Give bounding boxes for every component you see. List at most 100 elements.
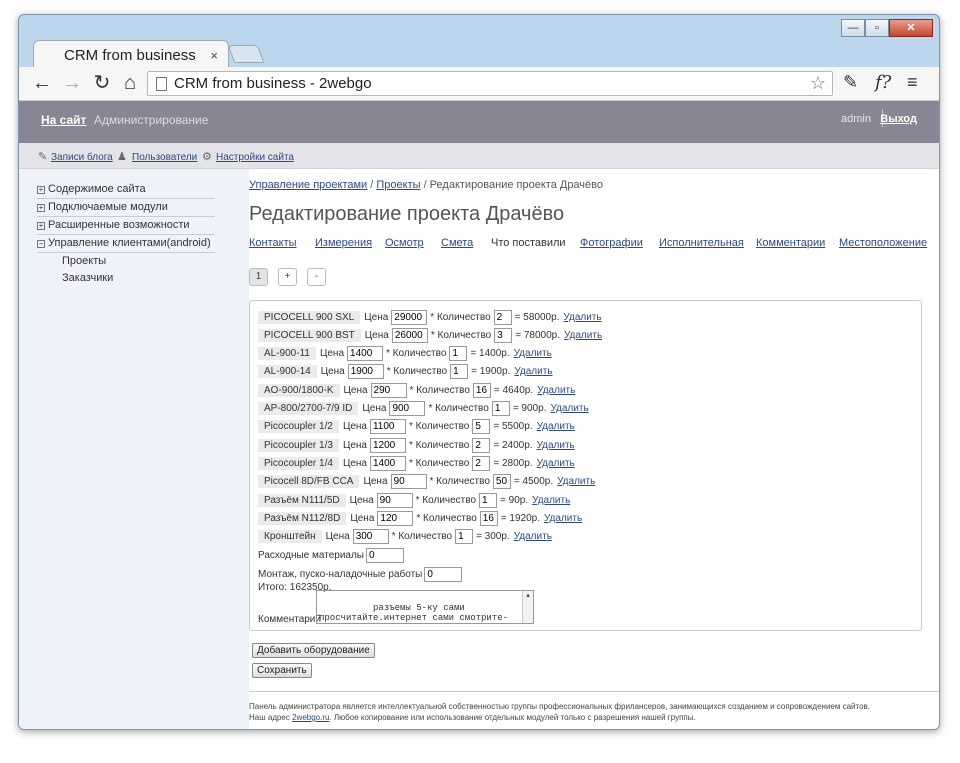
quantity-input[interactable] — [472, 382, 491, 398]
price-input[interactable] — [389, 401, 426, 416]
sidebar-item-clients[interactable]: − Управление клиентами(android) — [37, 235, 215, 253]
menu-icon[interactable]: ≡ — [907, 72, 918, 93]
quantity-input[interactable] — [479, 510, 498, 526]
delete-link[interactable]: Удалить — [537, 458, 575, 469]
quantity-input[interactable] — [494, 327, 513, 343]
sidebar-item-projects[interactable]: Проекты — [37, 253, 215, 270]
quantity-input[interactable] — [491, 401, 510, 416]
browser-tab[interactable]: CRM from business × — [33, 40, 229, 68]
tab-contacts[interactable]: Контакты — [249, 237, 297, 249]
remove-page-button[interactable]: - — [307, 268, 326, 286]
quantity-input[interactable] — [472, 419, 491, 435]
home-icon[interactable]: ⌂ — [119, 72, 141, 94]
page-1-button[interactable]: 1 — [249, 268, 268, 286]
equipment-row: Разъём N111/5DЦена * Количество = 90р.Удал… — [258, 492, 570, 508]
delete-link[interactable]: Удалить — [557, 476, 595, 487]
administration-link[interactable]: Администрирование — [94, 113, 208, 127]
equipment-row: Picocoupler 1/4Цена * Количество = 2800р. У… — [258, 455, 575, 471]
quantity-input[interactable] — [472, 437, 491, 453]
sidebar-item-advanced[interactable]: + Расширенные возможности — [37, 217, 215, 235]
sidebar-item-modules[interactable]: + Подключаемые модули — [37, 199, 215, 217]
delete-link[interactable]: Удалить — [537, 421, 575, 432]
footer-site-link[interactable]: 2webgo.ru — [292, 713, 329, 722]
delete-link[interactable]: Удалить — [550, 403, 588, 414]
tab-estimate[interactable]: Смета — [441, 237, 473, 249]
add-page-button[interactable]: + — [278, 268, 297, 286]
quantity-input[interactable] — [449, 346, 468, 362]
price-input[interactable] — [347, 364, 384, 380]
tab-close-icon[interactable]: × — [210, 48, 218, 63]
quantity-input[interactable] — [472, 455, 491, 471]
install-input[interactable] — [424, 567, 463, 582]
breadcrumb-projects[interactable]: Проекты — [376, 179, 420, 191]
logout-link[interactable]: Выход — [880, 113, 917, 125]
expand-icon[interactable]: + — [37, 186, 45, 194]
quantity-input[interactable] — [455, 529, 474, 545]
quantity-input[interactable] — [450, 364, 469, 380]
quantity-input[interactable] — [492, 474, 511, 490]
comment-textarea[interactable]: разъемы 5-ку сами просчитайте.интернет с… — [316, 590, 534, 624]
tab-measurements[interactable]: Измерения — [315, 237, 372, 249]
quantity-input[interactable] — [479, 492, 498, 508]
blog-posts-link[interactable]: Записи блога — [51, 152, 113, 163]
breadcrumb: Управление проектами / Проекты / Редакти… — [249, 179, 603, 191]
price-input[interactable] — [390, 474, 427, 490]
reload-icon[interactable]: ↻ — [91, 72, 113, 94]
price-input[interactable] — [391, 309, 428, 325]
breadcrumb-project-management[interactable]: Управление проектами — [249, 179, 367, 191]
price-input[interactable] — [369, 437, 406, 453]
address-bar[interactable]: CRM from business - 2webgo ☆ — [147, 71, 833, 96]
maximize-button[interactable]: ▫ — [865, 19, 889, 37]
sidebar-item-customers[interactable]: Заказчики — [37, 270, 215, 287]
bookmark-star-icon[interactable]: ☆ — [810, 73, 826, 94]
minimize-button[interactable]: — — [841, 19, 865, 37]
price-input[interactable] — [352, 529, 389, 545]
collapse-icon[interactable]: − — [37, 240, 45, 248]
materials-input[interactable] — [366, 548, 404, 563]
price-label: Цена — [325, 531, 350, 543]
comment-scrollbar[interactable]: ▲▼ — [522, 591, 533, 623]
close-window-button[interactable]: ✕ — [889, 19, 933, 37]
expand-icon[interactable]: + — [37, 222, 45, 230]
tab-comments[interactable]: Комментарии — [756, 237, 825, 249]
save-button[interactable]: Сохранить — [252, 663, 312, 678]
price-input[interactable] — [347, 346, 384, 362]
site-settings-link[interactable]: Настройки сайта — [216, 152, 294, 163]
equipment-name: PICOCELL 900 BST — [258, 328, 361, 342]
formula-extension-icon[interactable]: f? — [875, 72, 891, 93]
expand-icon[interactable]: + — [37, 204, 45, 212]
tab-delivered[interactable]: Что поставили — [491, 237, 566, 249]
delete-link[interactable]: Удалить — [537, 440, 575, 451]
users-link[interactable]: Пользователи — [132, 152, 197, 163]
back-arrow-icon[interactable]: ← — [31, 72, 53, 94]
delete-link[interactable]: Удалить — [563, 312, 601, 323]
quantity-input[interactable] — [493, 309, 512, 325]
delete-link[interactable]: Удалить — [532, 495, 570, 506]
delete-link[interactable]: Удалить — [514, 348, 552, 359]
to-site-link[interactable]: На сайт — [41, 113, 86, 127]
address-text: CRM from business - 2webgo — [174, 75, 372, 92]
add-equipment-button[interactable]: Добавить оборудование — [252, 643, 375, 658]
price-input[interactable] — [370, 382, 407, 398]
forward-arrow-icon[interactable]: → — [61, 72, 83, 94]
delete-link[interactable]: Удалить — [514, 531, 552, 542]
delete-link[interactable]: Удалить — [564, 330, 602, 341]
delete-link[interactable]: Удалить — [514, 366, 552, 377]
tab-inspection[interactable]: Осмотр — [385, 237, 424, 249]
price-input[interactable] — [369, 455, 406, 471]
main-content: Управление проектами / Проекты / Редакти… — [249, 169, 939, 729]
sidebar-item-content[interactable]: + Содержимое сайта — [37, 181, 215, 199]
price-input[interactable] — [377, 510, 414, 526]
eyedropper-extension-icon[interactable]: ✎ — [843, 72, 858, 93]
equipment-name: Picocoupler 1/3 — [258, 438, 339, 452]
price-input[interactable] — [376, 492, 413, 508]
tab-location[interactable]: Местоположение — [839, 237, 927, 249]
tab-executive[interactable]: Исполнительная — [659, 237, 744, 249]
price-input[interactable] — [369, 419, 406, 435]
price-label: Цена — [350, 512, 375, 524]
delete-link[interactable]: Удалить — [537, 385, 575, 396]
tab-photos[interactable]: Фотографии — [580, 237, 643, 249]
price-input[interactable] — [391, 327, 428, 343]
new-tab-button[interactable] — [227, 45, 265, 63]
delete-link[interactable]: Удалить — [544, 513, 582, 524]
